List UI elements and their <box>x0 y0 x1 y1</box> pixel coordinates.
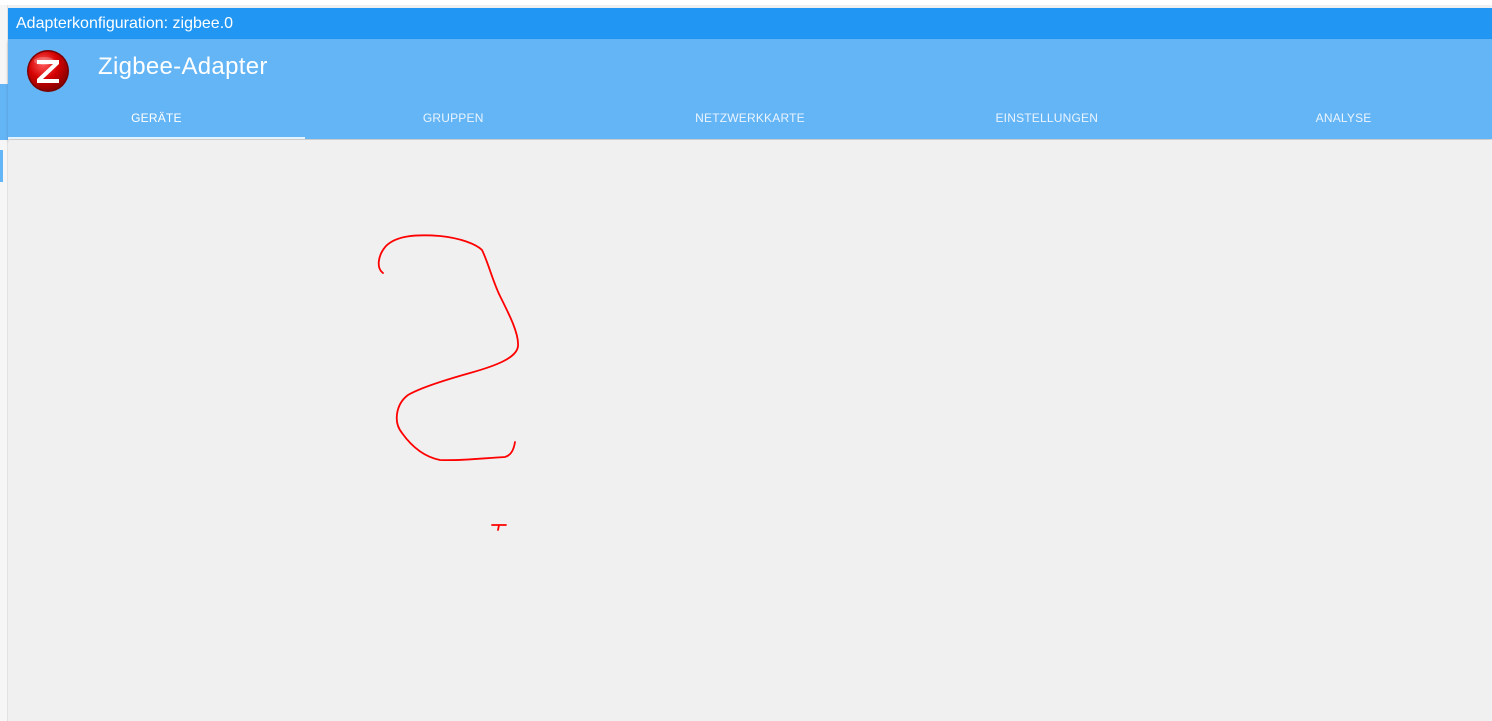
dialog-title: Adapterkonfiguration: zigbee.0 <box>16 14 234 32</box>
tab-geraete[interactable]: GERÄTE <box>8 97 305 139</box>
top-strip <box>0 0 1492 5</box>
tab-label: GERÄTE <box>131 111 182 125</box>
zigbee-logo-icon <box>27 50 69 92</box>
tab-label: GRUPPEN <box>422 111 484 125</box>
tab-content-area <box>9 140 1492 721</box>
tab-einstellungen[interactable]: EINSTELLUNGEN <box>898 97 1195 139</box>
tab-gruppen[interactable]: GRUPPEN <box>305 97 602 139</box>
tab-label: EINSTELLUNGEN <box>995 111 1099 125</box>
tab-netzwerkkarte[interactable]: NETZWERKKARTE <box>602 97 899 139</box>
tab-label: ANALYSE <box>1315 111 1372 125</box>
tab-label: NETZWERKKARTE <box>695 111 805 125</box>
dialog-titlebar: Adapterkonfiguration: zigbee.0 <box>8 8 1492 39</box>
left-edge-accent <box>0 150 3 182</box>
adapter-header: Zigbee-Adapter GERÄTE GRUPPEN NETZWERKKA… <box>8 39 1492 139</box>
left-edge-header-strip <box>0 84 8 140</box>
tab-bar: GERÄTE GRUPPEN NETZWERKKARTE EINSTELLUNG… <box>8 97 1492 139</box>
tab-analyse[interactable]: ANALYSE <box>1195 97 1492 139</box>
adapter-title: Zigbee-Adapter <box>98 53 268 80</box>
